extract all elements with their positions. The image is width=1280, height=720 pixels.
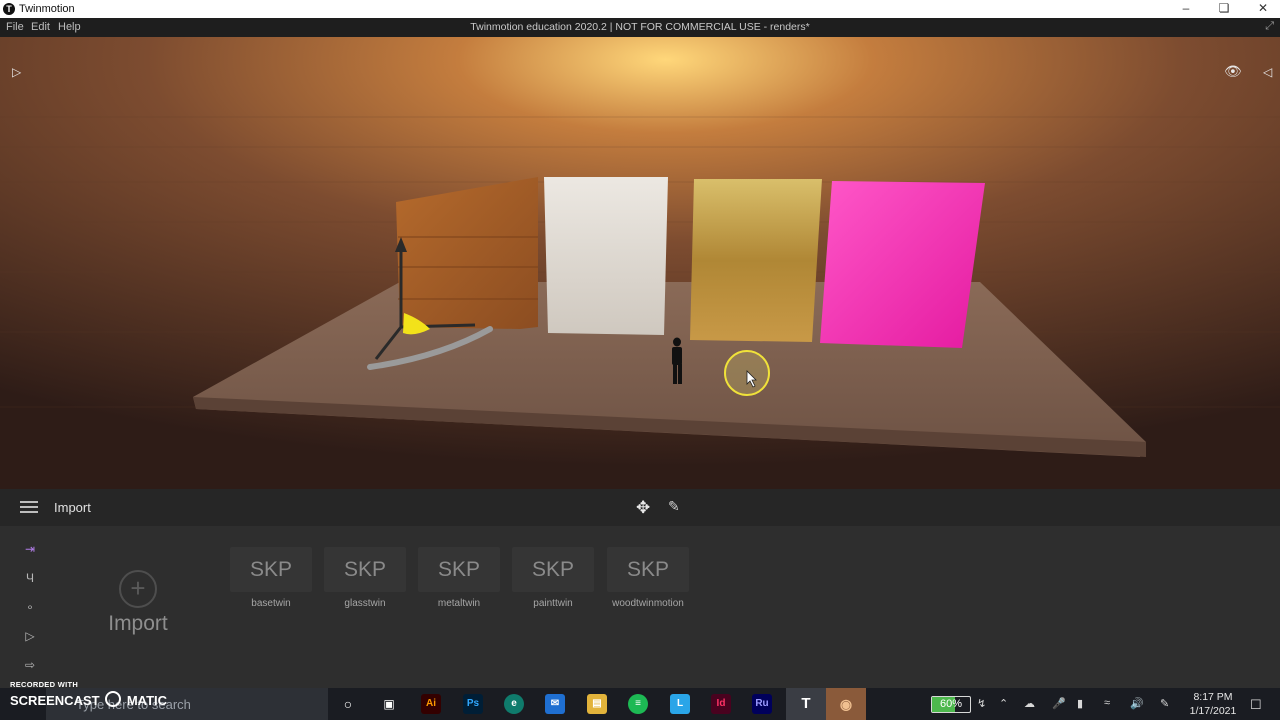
chevron-up-icon[interactable]: ⌃ xyxy=(999,697,1008,710)
wifi-icon[interactable]: ≈ xyxy=(1104,697,1110,709)
windows-taskbar: Type here to search ○ ▣ Ai Ps e ✉ ▤ ≡ L … xyxy=(0,688,1280,720)
hamburger-menu-icon[interactable] xyxy=(20,501,38,516)
battery-tray-icon[interactable]: ▮ xyxy=(1077,697,1083,710)
expand-right-panel-icon[interactable]: ◁ xyxy=(1263,65,1272,79)
notification-icon[interactable]: ☐ xyxy=(1250,697,1262,713)
system-clock[interactable]: 8:17 PM 1/17/2021 xyxy=(1183,690,1243,718)
rush-icon[interactable]: Ru xyxy=(752,694,772,714)
edge-icon[interactable]: e xyxy=(504,694,524,714)
window-title: Twinmotion xyxy=(19,3,75,15)
power-plug-icon: ↯ xyxy=(977,698,987,710)
battery-indicator[interactable]: 60% xyxy=(931,696,971,713)
import-tile-woodtwinmotion[interactable]: SKP woodtwinmotion xyxy=(607,547,689,609)
restore-button[interactable]: ❏ xyxy=(1204,0,1244,18)
eye-icon[interactable]: 👁 xyxy=(1224,63,1242,80)
twinmotion-taskbar-icon[interactable]: T xyxy=(786,688,826,720)
screencast-taskbar-icon[interactable]: ◉ xyxy=(826,688,866,720)
skp-badge: SKP xyxy=(418,547,500,592)
import-tab-icon[interactable]: ⇥ xyxy=(19,542,41,556)
import-tile-basetwin[interactable]: SKP basetwin xyxy=(230,547,312,609)
clock-time: 8:17 PM xyxy=(1193,691,1233,703)
illustrator-icon[interactable]: Ai xyxy=(421,694,441,714)
app-l-icon[interactable]: L xyxy=(670,694,690,714)
import-button-label: Import xyxy=(108,612,168,635)
expand-left-panel-icon[interactable]: ▷ xyxy=(12,65,21,79)
path-tab-icon[interactable]: ∘ xyxy=(19,600,41,614)
export-tab-icon[interactable]: ⇨ xyxy=(19,658,41,672)
dock-header: Import ✥ ✎ xyxy=(0,489,1280,526)
import-button[interactable]: + Import xyxy=(108,570,168,636)
tile-name: metaltwin xyxy=(437,598,481,609)
watermark-logo-icon xyxy=(105,691,122,707)
section-title: Import xyxy=(54,500,91,515)
tile-name: basetwin xyxy=(251,598,291,609)
pen-tool-icon[interactable]: ✎ xyxy=(668,498,680,515)
task-view-icon[interactable]: ▣ xyxy=(379,694,399,714)
watermark-line2: SCREENCAST MATIC xyxy=(10,691,167,708)
volume-icon[interactable]: 🔊 xyxy=(1130,697,1144,710)
microphone-icon[interactable]: 🎤 xyxy=(1052,697,1066,710)
skp-badge: SKP xyxy=(607,547,689,592)
expand-icon[interactable]: ⤢ xyxy=(1265,20,1274,33)
skp-badge: SKP xyxy=(230,547,312,592)
battery-percent: 60% xyxy=(939,698,963,710)
plus-icon: + xyxy=(119,570,157,608)
window-titlebar: T Twinmotion – ❏ ✕ xyxy=(0,0,1280,18)
spotify-icon[interactable]: ≡ xyxy=(628,694,648,714)
twinmotion-logo-icon: T xyxy=(3,3,15,15)
watermark-line1: RECORDED WITH xyxy=(10,680,79,689)
dock-panel: ⇥ Ч ∘ ▷ ⇨ + Import SKP basetwin SKP glas… xyxy=(0,526,1280,688)
recording-watermark: RECORDED WITH SCREENCAST MATIC xyxy=(10,680,167,708)
cortana-icon[interactable]: ○ xyxy=(338,694,358,714)
clock-date: 1/17/2021 xyxy=(1189,705,1237,717)
photoshop-icon[interactable]: Ps xyxy=(463,694,483,714)
close-button[interactable]: ✕ xyxy=(1243,0,1280,18)
import-tile-glasstwin[interactable]: SKP glasstwin xyxy=(324,547,406,609)
minimize-button[interactable]: – xyxy=(1166,0,1206,18)
tile-name: woodtwinmotion xyxy=(612,598,684,609)
skp-badge: SKP xyxy=(324,547,406,592)
document-title: Twinmotion education 2020.2 | NOT FOR CO… xyxy=(470,21,810,33)
watermark-brand-right: MATIC xyxy=(126,693,168,708)
context-tab-icon[interactable]: Ч xyxy=(19,571,41,585)
skp-badge: SKP xyxy=(512,547,594,592)
viewport-3d[interactable]: ▷ 👁 ◁ xyxy=(0,37,1280,489)
import-tile-metaltwin[interactable]: SKP metaltwin xyxy=(418,547,500,609)
onedrive-icon[interactable]: ☁ xyxy=(1024,697,1035,710)
tile-name: painttwin xyxy=(533,598,573,609)
move-tool-icon[interactable]: ✥ xyxy=(636,498,650,518)
pen-workspace-icon[interactable]: ✎ xyxy=(1160,697,1169,710)
scene-render xyxy=(0,37,1280,489)
indesign-icon[interactable]: Id xyxy=(711,694,731,714)
file-explorer-icon[interactable]: ▤ xyxy=(587,694,607,714)
media-tab-icon[interactable]: ▷ xyxy=(19,629,41,643)
import-tile-painttwin[interactable]: SKP painttwin xyxy=(512,547,594,609)
watermark-brand-left: SCREENCAST xyxy=(10,693,100,708)
menu-bar: File Edit Help Twinmotion education 2020… xyxy=(0,18,1280,37)
tile-name: glasstwin xyxy=(344,598,386,609)
mail-icon[interactable]: ✉ xyxy=(545,694,565,714)
